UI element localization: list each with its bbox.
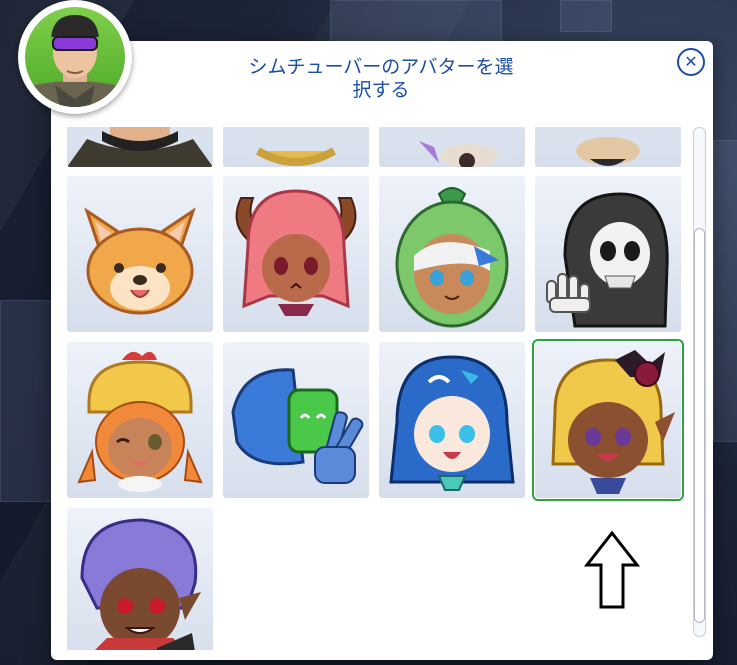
- avatar-tile-demon-girl[interactable]: [223, 176, 369, 332]
- avatar-icon: [67, 127, 213, 167]
- blue-hair-fish-icon: [389, 355, 515, 491]
- green-hood-icon: [395, 187, 509, 328]
- avatar-icon: [419, 141, 497, 167]
- chicken-hat-icon: [77, 351, 203, 492]
- background-building: [330, 0, 502, 42]
- blonde-bat-icon: [551, 350, 675, 494]
- background-building: [0, 300, 52, 502]
- avatar-tile-partial-1[interactable]: [67, 127, 213, 167]
- avatar-tile-robot-peace[interactable]: [223, 342, 369, 498]
- avatar-tile-chicken-hat[interactable]: [67, 342, 213, 498]
- close-button[interactable]: ✕: [677, 48, 705, 76]
- demon-girl-icon: [235, 189, 357, 316]
- profile-avatar: [18, 0, 132, 114]
- robot-peace-icon: [231, 368, 364, 484]
- avatar-tile-purple-hair-vampire[interactable]: [67, 508, 213, 650]
- scrollbar[interactable]: [693, 127, 706, 637]
- avatar-tile-corgi[interactable]: [67, 176, 213, 332]
- avatar-icon: [255, 147, 337, 166]
- corgi-icon: [84, 207, 196, 315]
- avatar-tile-partial-2[interactable]: [223, 127, 369, 167]
- reaper-icon: [546, 192, 669, 328]
- avatar-tile-partial-4[interactable]: [535, 127, 681, 167]
- scrollbar-thumb[interactable]: [694, 228, 705, 623]
- avatar-tile-reaper[interactable]: [535, 176, 681, 332]
- dialog-title-line1: シムチューバーのアバターを選: [248, 56, 514, 78]
- arrow-up-icon: [584, 530, 640, 609]
- avatar-tile-blonde-bat[interactable]: [532, 339, 684, 501]
- avatar-tile-blue-hair-fish[interactable]: [379, 342, 525, 498]
- purple-hair-vampire-icon: [80, 518, 201, 650]
- avatar-tile-partial-3[interactable]: [379, 127, 525, 167]
- dialog-title-line2: 択する: [352, 79, 410, 101]
- avatar-tile-green-hood[interactable]: [379, 176, 525, 332]
- dialog-title: シムチューバーのアバターを選 択する: [181, 56, 581, 102]
- profile-avatar-icon: [25, 15, 125, 107]
- avatar-icon: [576, 137, 640, 166]
- background-building: [560, 0, 612, 32]
- background-building: [713, 140, 737, 442]
